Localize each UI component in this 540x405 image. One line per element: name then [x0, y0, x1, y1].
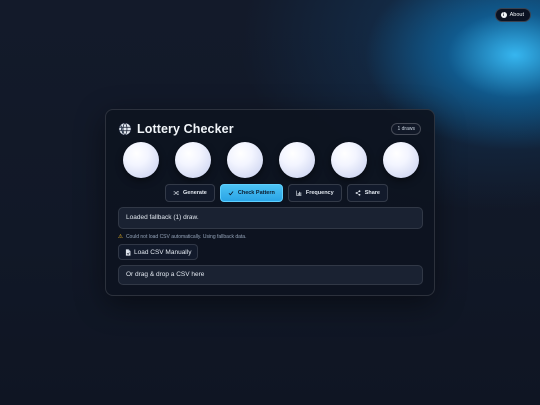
- page-title: Lottery Checker: [137, 122, 234, 136]
- load-csv-button[interactable]: Load CSV Manually: [118, 244, 199, 260]
- lottery-ball: [279, 142, 315, 178]
- lottery-ball: [175, 142, 211, 178]
- status-message: Loaded fallback (1) draw.: [118, 207, 423, 229]
- card-header: Lottery Checker: [118, 122, 234, 136]
- balls-row: [123, 142, 419, 178]
- about-label: About: [509, 12, 524, 18]
- globe-icon: [118, 122, 132, 136]
- draws-badge: 1 draws: [391, 123, 421, 135]
- generate-label: Generate: [183, 190, 207, 196]
- lottery-ball: [331, 142, 367, 178]
- check-pattern-label: Check Pattern: [237, 190, 275, 196]
- frequency-button[interactable]: Frequency: [287, 184, 342, 202]
- check-pattern-button[interactable]: Check Pattern: [219, 184, 283, 202]
- warning-text: Could not load CSV automatically. Using …: [125, 234, 247, 240]
- share-label: Share: [364, 190, 380, 196]
- frequency-label: Frequency: [305, 190, 334, 196]
- check-icon: [228, 191, 234, 196]
- lottery-card: Lottery Checker 1 draws Generate Check P…: [105, 109, 435, 296]
- warning-icon: ⚠: [118, 234, 123, 240]
- share-icon: [355, 190, 361, 196]
- share-button[interactable]: Share: [346, 184, 388, 202]
- csv-drop-zone[interactable]: Or drag & drop a CSV here: [118, 265, 423, 285]
- generate-button[interactable]: Generate: [165, 184, 215, 202]
- about-button[interactable]: i About: [494, 8, 531, 22]
- lottery-ball: [383, 142, 419, 178]
- load-csv-label: Load CSV Manually: [134, 248, 192, 256]
- shuffle-icon: [173, 190, 179, 196]
- lottery-ball: [123, 142, 159, 178]
- info-icon: i: [500, 12, 507, 18]
- csv-warning: ⚠ Could not load CSV automatically. Usin…: [118, 234, 246, 240]
- lottery-ball: [227, 142, 263, 178]
- file-icon: [125, 248, 131, 256]
- bar-chart-icon: [296, 190, 302, 196]
- action-bar: Generate Check Pattern Frequency Share: [165, 184, 388, 202]
